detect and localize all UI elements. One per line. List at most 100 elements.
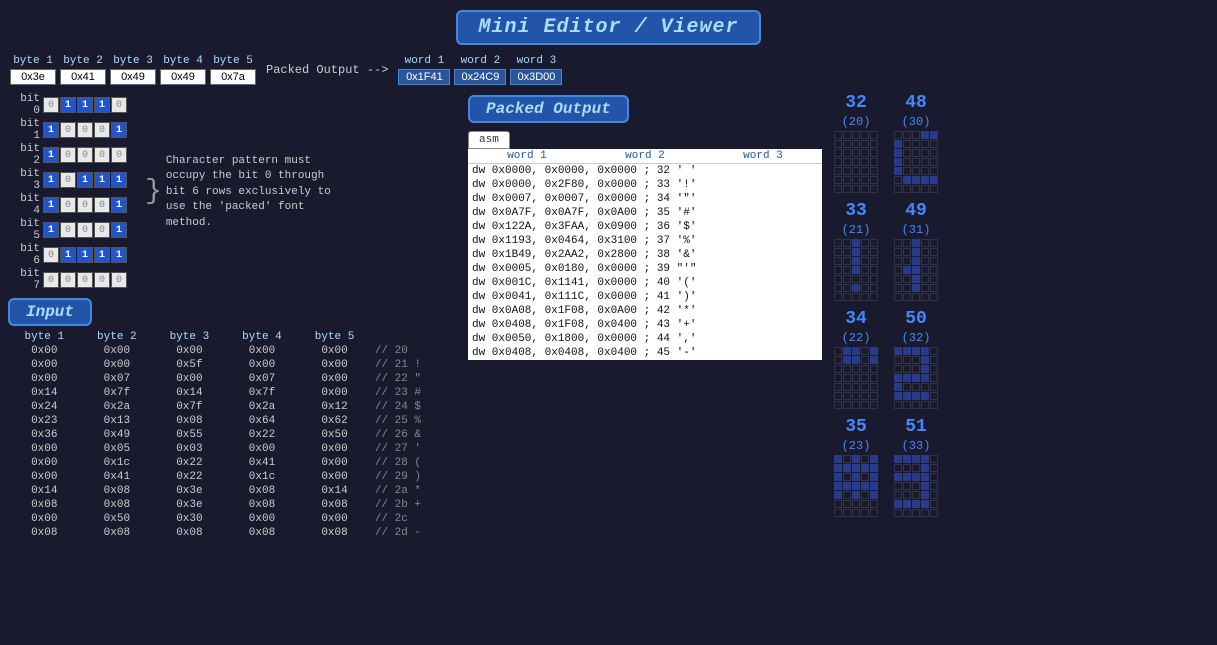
pixel-48-0-4 xyxy=(930,131,938,139)
bit-row-7: bit 700000 xyxy=(8,268,127,292)
word-input-0[interactable] xyxy=(398,69,450,85)
bit-cell-4-0[interactable]: 1 xyxy=(43,197,59,213)
packed-cell-13: dw 0x0408, 0x0408, 0x0400 ; 45 '-' xyxy=(468,346,822,360)
byte-input-2[interactable] xyxy=(110,69,156,85)
bit-cell-4-1[interactable]: 0 xyxy=(60,197,76,213)
input-table-row-13: 0x080x080x080x080x08// 2d - xyxy=(8,526,452,540)
word-label-1: word 2 xyxy=(461,55,501,67)
pixel-49-4-2 xyxy=(912,275,920,283)
pixel-50-0-2 xyxy=(912,347,920,355)
tab-asm[interactable]: asm xyxy=(468,131,510,149)
bit-cell-4-4[interactable]: 1 xyxy=(111,197,127,213)
bit-cell-7-0[interactable]: 0 xyxy=(43,272,59,288)
bit-cell-3-3[interactable]: 1 xyxy=(94,172,110,188)
bit-cells-1: 10001 xyxy=(43,122,127,138)
byte-input-0[interactable] xyxy=(10,69,56,85)
byte-label-4: byte 5 xyxy=(213,55,253,67)
word-input-1[interactable] xyxy=(454,69,506,85)
input-cell-6-2: 0x55 xyxy=(153,428,226,442)
bit-cell-2-0[interactable]: 1 xyxy=(43,147,59,163)
bit-cell-5-2[interactable]: 0 xyxy=(77,222,93,238)
input-table-row-0: 0x000x000x000x000x00// 20 xyxy=(8,344,452,358)
byte-col-2: byte 3 xyxy=(110,55,156,85)
bit-cell-6-2[interactable]: 1 xyxy=(77,247,93,263)
bit-cell-1-3[interactable]: 0 xyxy=(94,122,110,138)
bit-cell-5-3[interactable]: 0 xyxy=(94,222,110,238)
bit-cell-0-3[interactable]: 1 xyxy=(94,97,110,113)
bit-cell-1-4[interactable]: 1 xyxy=(111,122,127,138)
input-table: byte 1byte 2byte 3byte 4byte 5 0x000x000… xyxy=(8,330,452,540)
bit-cell-2-2[interactable]: 0 xyxy=(77,147,93,163)
packed-table-row-9: dw 0x0041, 0x111C, 0x0000 ; 41 ')' xyxy=(468,290,822,304)
byte-input-4[interactable] xyxy=(210,69,256,85)
bit-cell-0-0[interactable]: 0 xyxy=(43,97,59,113)
bit-grid-container: bit 001110bit 110001bit 210000bit 310111… xyxy=(8,93,452,292)
bit-annotation: } Character pattern must occupy the bit … xyxy=(145,93,346,292)
main-container: Mini Editor / Viewer byte 1 byte 2 byte … xyxy=(0,0,1217,645)
bit-cell-7-4[interactable]: 0 xyxy=(111,272,127,288)
bit-cell-6-3[interactable]: 1 xyxy=(94,247,110,263)
char-preview-35: 35(23) xyxy=(834,417,878,517)
pixel-34-0-3 xyxy=(861,347,869,355)
bit-cell-7-1[interactable]: 0 xyxy=(60,272,76,288)
input-cell-8-2: 0x22 xyxy=(153,456,226,470)
bit-cell-1-0[interactable]: 1 xyxy=(43,122,59,138)
bit-cell-3-2[interactable]: 1 xyxy=(77,172,93,188)
bit-cell-7-3[interactable]: 0 xyxy=(94,272,110,288)
bit-cell-7-2[interactable]: 0 xyxy=(77,272,93,288)
bit-row-label-0: bit 0 xyxy=(8,93,40,117)
bit-cell-3-4[interactable]: 1 xyxy=(111,172,127,188)
input-table-row-6: 0x360x490x550x220x50// 26 & xyxy=(8,428,452,442)
word-input-2[interactable] xyxy=(510,69,562,85)
pixel-32-3-4 xyxy=(870,158,878,166)
bit-cell-0-2[interactable]: 1 xyxy=(77,97,93,113)
header-title: Mini Editor / Viewer xyxy=(456,10,760,45)
bit-cell-2-3[interactable]: 0 xyxy=(94,147,110,163)
bit-cell-3-0[interactable]: 1 xyxy=(43,172,59,188)
bit-cell-1-1[interactable]: 0 xyxy=(60,122,76,138)
bit-cell-1-2[interactable]: 0 xyxy=(77,122,93,138)
pixel-35-0-2 xyxy=(852,455,860,463)
input-cell-1-4: 0x00 xyxy=(298,358,371,372)
bit-cell-5-1[interactable]: 0 xyxy=(60,222,76,238)
pixel-35-1-4 xyxy=(870,464,878,472)
pixel-32-6-2 xyxy=(852,185,860,193)
bit-cell-2-4[interactable]: 0 xyxy=(111,147,127,163)
pixel-51-2-0 xyxy=(894,473,902,481)
bit-cell-0-4[interactable]: 0 xyxy=(111,97,127,113)
pixel-33-5-0 xyxy=(834,284,842,292)
bit-cell-6-4[interactable]: 1 xyxy=(111,247,127,263)
pixel-34-6-2 xyxy=(852,401,860,409)
packed-col-header-1: word 2 xyxy=(586,149,704,164)
char-grid-50 xyxy=(894,347,938,409)
packed-cell-6: dw 0x1B49, 0x2AA2, 0x2800 ; 38 '&' xyxy=(468,248,822,262)
bit-cell-3-1[interactable]: 0 xyxy=(60,172,76,188)
pixel-49-1-3 xyxy=(921,248,929,256)
input-col-header-1: byte 2 xyxy=(81,330,154,344)
pixel-51-1-0 xyxy=(894,464,902,472)
char-sublabel-48: (30) xyxy=(902,115,931,129)
bit-cell-5-4[interactable]: 1 xyxy=(111,222,127,238)
pixel-34-4-2 xyxy=(852,383,860,391)
bit-cell-4-2[interactable]: 0 xyxy=(77,197,93,213)
pixel-50-4-2 xyxy=(912,383,920,391)
bit-cell-6-1[interactable]: 1 xyxy=(60,247,76,263)
pixel-50-0-4 xyxy=(930,347,938,355)
pixel-51-2-4 xyxy=(930,473,938,481)
byte-label-0: byte 1 xyxy=(13,55,53,67)
pixel-34-1-3 xyxy=(861,356,869,364)
input-cell-10-0: 0x14 xyxy=(8,484,81,498)
pixel-32-3-2 xyxy=(852,158,860,166)
bit-cell-5-0[interactable]: 1 xyxy=(43,222,59,238)
byte-label-1: byte 2 xyxy=(63,55,103,67)
bit-cell-4-3[interactable]: 0 xyxy=(94,197,110,213)
byte-input-3[interactable] xyxy=(160,69,206,85)
bit-cell-6-0[interactable]: 0 xyxy=(43,247,59,263)
pixel-34-2-3 xyxy=(861,365,869,373)
packed-cell-4: dw 0x122A, 0x3FAA, 0x0900 ; 36 '$' xyxy=(468,220,822,234)
byte-input-1[interactable] xyxy=(60,69,106,85)
bit-cell-2-1[interactable]: 0 xyxy=(60,147,76,163)
pixel-48-3-2 xyxy=(912,158,920,166)
bit-cell-0-1[interactable]: 1 xyxy=(60,97,76,113)
pixel-33-3-1 xyxy=(843,266,851,274)
